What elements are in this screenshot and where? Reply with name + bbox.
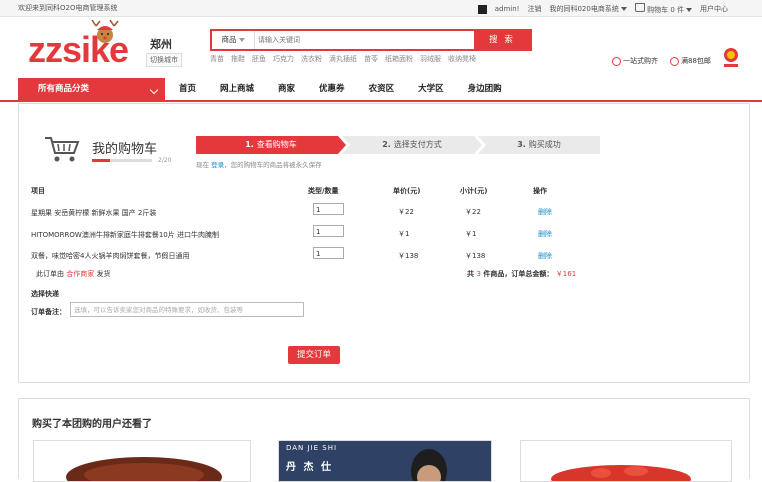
subtotal: ￥22	[465, 208, 481, 216]
item-count: 3	[476, 270, 481, 278]
recommendation-title: 购买了本团购的用户还看了	[32, 419, 152, 430]
top-bar-right: admin! 注销 我的同科020电商系统 购物车 0 件 用户中心	[477, 3, 728, 15]
menswear-brand-cn: 丹 杰 仕	[286, 462, 333, 473]
search-category-select[interactable]: 商品	[212, 31, 255, 49]
search-input[interactable]	[258, 33, 478, 46]
hot-word[interactable]: 羽绒服	[420, 54, 441, 64]
nav-merchants[interactable]: 商家	[266, 78, 307, 100]
city-switch-button[interactable]: 切换城市	[146, 53, 182, 67]
cart-count: 0 件	[670, 6, 684, 14]
nav-agri-zone[interactable]: 农资区	[357, 78, 407, 100]
cart-icon	[634, 3, 645, 12]
hot-word[interactable]: 苗苓	[364, 54, 378, 64]
hot-word[interactable]: 收纳凳椅	[448, 54, 476, 64]
quantity-input[interactable]: 1	[313, 203, 344, 215]
cart-item-name[interactable]: 双餐，味觉哈密4人火锅羊肉焖饼套餐，节假日通用	[31, 251, 189, 261]
my-store-menu[interactable]: 我的同科020电商系统	[549, 4, 627, 14]
hot-word[interactable]: 滴丸插纸	[329, 54, 357, 64]
search-bar: 商品 搜 索	[210, 29, 532, 51]
recommended-product-steak[interactable]	[33, 440, 251, 482]
header-subtotal: 小计(元)	[460, 187, 488, 195]
delete-button[interactable]: 删除	[538, 207, 552, 217]
header-operation: 操作	[533, 187, 547, 195]
subtotal: ￥1	[465, 230, 477, 238]
certification-badge-icon	[724, 48, 738, 67]
delete-button[interactable]: 删除	[538, 251, 552, 261]
header-item: 项目	[31, 187, 45, 195]
chevron-down-icon	[620, 7, 627, 11]
order-total: ￥161	[555, 270, 577, 278]
nav-campus-zone[interactable]: 大学区	[406, 78, 456, 100]
hot-word[interactable]: 青苗	[210, 54, 224, 64]
cart-title: 我的购物车	[92, 142, 158, 157]
cart-item-name[interactable]: 星期果 安岳黄柠檬 新鲜水果 国产 2斤装	[31, 208, 156, 218]
nav-coupons[interactable]: 优惠券	[307, 78, 357, 100]
checkout-steps: 1. 查看购物车 2. 选择支付方式 3. 购买成功	[196, 136, 600, 154]
chevron-down-icon	[686, 8, 692, 12]
clock-icon	[612, 56, 621, 66]
cart-progress-fill	[92, 159, 110, 162]
remark-input[interactable]: 选填，可以告诉卖家您对商品的特殊要求，如收货、包装等	[70, 302, 304, 317]
quantity-input[interactable]: 1	[313, 225, 344, 237]
cart-item-name[interactable]: HITOMORROW澳洲牛排新家庭牛排套餐10片 进口牛肉腌制	[31, 230, 219, 240]
nav-home[interactable]: 首页	[167, 78, 208, 100]
nav-group-buy[interactable]: 身边团购	[456, 78, 514, 100]
hot-word[interactable]: 洗衣粉	[301, 54, 322, 64]
username: admin!	[494, 5, 520, 13]
submit-order-button[interactable]: 提交订单	[288, 346, 340, 364]
seller-info: 此订单由 合作商家 发货	[36, 270, 111, 278]
step-success: 3. 购买成功	[478, 136, 600, 154]
header-price: 单价(元)	[393, 187, 421, 195]
login-link[interactable]: 登录	[211, 161, 224, 169]
login-save-note: 现在 登录，您的购物车的商品将被永久保存	[196, 161, 322, 169]
header-qty: 类型/数量	[308, 187, 339, 195]
unit-price: ￥1	[398, 230, 410, 238]
logout-link[interactable]: 注销	[527, 4, 541, 14]
steak-image	[34, 441, 250, 481]
step-payment: 2. 选择支付方式	[342, 136, 482, 154]
recommended-product-crayfish[interactable]	[520, 440, 732, 482]
chevron-down-icon	[149, 85, 159, 95]
brand-icon	[477, 4, 487, 14]
hot-word[interactable]: 胚鱼	[252, 54, 266, 64]
subtotal: ￥138	[465, 252, 486, 260]
shipping-label[interactable]: 选择快递	[31, 289, 59, 299]
hot-words: 青苗 拖鞋 胚鱼 巧克力 洗衣粉 滴丸插纸 苗苓 纸箱面粉 羽绒服 收纳凳椅	[210, 54, 476, 64]
top-bar: 欢迎来到同科O2O电商管理系统 admin! 注销 我的同科020电商系统 购物…	[0, 0, 762, 17]
main-nav: 所有商品分类 首页 网上商城 商家 优惠券 农资区 大学区 身边团购	[0, 78, 762, 102]
welcome-text: 欢迎来到同科O2O电商管理系统	[18, 4, 118, 12]
unit-price: ￥138	[398, 252, 419, 260]
menswear-brand-text: DAN JIE SHI	[286, 444, 338, 452]
shopping-cart-icon	[45, 137, 80, 162]
step-view-cart: 1. 查看购物车	[196, 136, 346, 154]
order-summary: 共 3 件商品，订单总金额： ￥161	[467, 270, 577, 278]
cart-progress-bar	[92, 159, 152, 162]
quantity-input[interactable]: 1	[313, 247, 344, 259]
hot-word[interactable]: 巧克力	[273, 54, 294, 64]
gift-icon	[670, 56, 679, 66]
all-categories-menu[interactable]: 所有商品分类	[18, 78, 165, 100]
promo-free-shipping: 满88包邮	[670, 56, 711, 66]
seller-link[interactable]: 合作商家	[66, 270, 94, 278]
promo-one-stop: 一站式购齐	[612, 56, 658, 66]
chevron-down-icon	[238, 38, 245, 42]
unit-price: ￥22	[398, 208, 414, 216]
reindeer-logo-icon	[91, 20, 119, 43]
delete-button[interactable]: 删除	[538, 229, 552, 239]
hot-word[interactable]: 拖鞋	[231, 54, 245, 64]
current-city: 郑州	[150, 38, 172, 51]
remark-label: 订单备注：	[31, 308, 66, 316]
cart-progress-text: 2/20	[158, 157, 172, 164]
crayfish-image	[521, 441, 731, 481]
nav-online-mall[interactable]: 网上商城	[208, 78, 266, 100]
user-center-link[interactable]: 用户中心	[700, 4, 728, 14]
cart-link[interactable]: 购物车 0 件	[634, 3, 692, 15]
hot-word[interactable]: 纸箱面粉	[385, 54, 413, 64]
search-button[interactable]: 搜 索	[474, 31, 530, 49]
